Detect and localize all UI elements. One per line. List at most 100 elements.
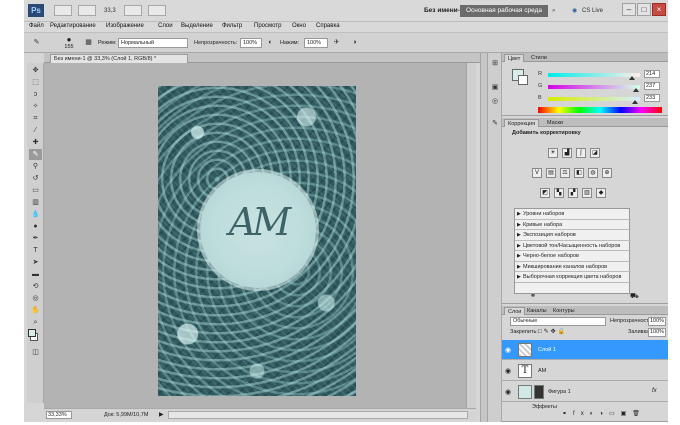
swatches-icon[interactable]: ◎ bbox=[490, 97, 500, 107]
menu-help[interactable]: Справка bbox=[316, 23, 340, 29]
tab-color[interactable]: Цвет bbox=[504, 54, 525, 62]
preset-levels[interactable]: ▶ Уровни наборов bbox=[515, 209, 631, 220]
tab-styles[interactable]: Стили bbox=[528, 54, 550, 62]
pen-tool-icon[interactable]: ✒ bbox=[29, 233, 42, 244]
menu-edit[interactable]: Редактирование bbox=[50, 23, 96, 29]
zoom-level-readout[interactable]: 33,3 bbox=[104, 6, 116, 16]
r-gradient[interactable] bbox=[548, 73, 640, 77]
brush-panel-icon[interactable]: ▦ bbox=[82, 37, 95, 48]
color-balance-icon[interactable]: ⚖ bbox=[560, 168, 570, 178]
maximize-icon[interactable]: □ bbox=[637, 3, 651, 16]
black-white-icon[interactable]: ◧ bbox=[574, 168, 584, 178]
airbrush-icon[interactable]: ✈ bbox=[330, 37, 343, 48]
size-pressure-icon[interactable]: ◑ bbox=[348, 37, 361, 48]
crop-tool-icon[interactable]: ⌗ bbox=[29, 113, 42, 124]
minimize-icon[interactable]: – bbox=[622, 3, 636, 16]
preset-black-white[interactable]: ▶ Черно-белое наборов bbox=[515, 251, 631, 262]
fill-field[interactable]: 100% bbox=[648, 328, 666, 337]
b-knob[interactable] bbox=[632, 100, 638, 104]
menu-layers[interactable]: Слои bbox=[158, 23, 173, 29]
preset-exposure[interactable]: ▶ Экспозиция наборов bbox=[515, 230, 631, 241]
photo-filter-icon[interactable]: ◍ bbox=[588, 168, 598, 178]
gradient-map-icon[interactable]: ▥ bbox=[582, 188, 592, 198]
gradient-tool-icon[interactable]: ▥ bbox=[29, 197, 42, 208]
opacity-field[interactable]: 100% bbox=[240, 38, 262, 48]
tab-adjustments[interactable]: Коррекция bbox=[504, 119, 540, 127]
fx-icon[interactable]: fx bbox=[652, 388, 657, 394]
document-tab[interactable]: Без имени-1 @ 33,3% (Слой 1, RGB/8) * bbox=[50, 54, 188, 63]
menu-image[interactable]: Изображение bbox=[106, 23, 144, 29]
lock-icons[interactable]: □✎✥🔒 bbox=[538, 328, 567, 335]
posterize-icon[interactable]: ▚ bbox=[554, 188, 564, 198]
lasso-tool-icon[interactable]: ↄ bbox=[29, 89, 42, 100]
color-spectrum-ramp[interactable] bbox=[538, 107, 662, 113]
screen-mode-button[interactable] bbox=[148, 5, 166, 16]
panel-trash-icon[interactable]: ⛟ bbox=[630, 292, 639, 301]
blend-mode-select[interactable]: Обычные bbox=[510, 317, 606, 326]
hand-tool-icon[interactable]: ✋ bbox=[29, 305, 42, 316]
brush-preset-icon[interactable]: ✎ bbox=[30, 37, 43, 48]
layer-opacity-field[interactable]: 100% bbox=[648, 317, 666, 326]
selective-color-icon[interactable]: ◆ bbox=[596, 188, 606, 198]
healing-tool-icon[interactable]: ✚ bbox=[29, 137, 42, 148]
history-icon[interactable]: ⊞ bbox=[490, 59, 500, 69]
blur-tool-icon[interactable]: 💧 bbox=[29, 209, 42, 220]
opacity-pressure-icon[interactable]: ◐ bbox=[264, 37, 277, 48]
shape-tool-icon[interactable]: ▬ bbox=[29, 269, 42, 280]
bridge-button[interactable] bbox=[54, 5, 72, 16]
horizontal-scrollbar[interactable] bbox=[168, 411, 468, 419]
preset-channel-mixer[interactable]: ▶ Микширование каналов наборов bbox=[515, 262, 631, 272]
foreground-color-swatch[interactable] bbox=[28, 329, 36, 337]
b-value-field[interactable]: 233 bbox=[644, 94, 660, 102]
menu-file[interactable]: Файл bbox=[29, 23, 44, 29]
threshold-icon[interactable]: ▞ bbox=[568, 188, 578, 198]
3d-rotate-tool-icon[interactable]: ⟲ bbox=[29, 281, 42, 292]
flow-field[interactable]: 100% bbox=[304, 38, 328, 48]
b-gradient[interactable] bbox=[548, 97, 640, 101]
curves-icon[interactable]: ∫ bbox=[576, 148, 586, 158]
status-zoom-field[interactable]: 33,33% bbox=[46, 411, 72, 419]
history-brush-tool-icon[interactable]: ↺ bbox=[29, 173, 42, 184]
levels-icon[interactable]: ▟ bbox=[562, 148, 572, 158]
document-canvas[interactable]: AM bbox=[158, 86, 356, 396]
eraser-tool-icon[interactable]: ▭ bbox=[29, 185, 42, 196]
r-value-field[interactable]: 214 bbox=[644, 70, 660, 78]
navigator-icon[interactable]: ▣ bbox=[490, 83, 500, 93]
menu-view[interactable]: Просмотр bbox=[254, 23, 281, 29]
close-icon[interactable]: × bbox=[652, 3, 666, 16]
tab-channels[interactable]: Каналы bbox=[524, 307, 550, 315]
cs-live-icon[interactable]: ◉ bbox=[572, 6, 577, 16]
invert-icon[interactable]: ◩ bbox=[540, 188, 550, 198]
clip-to-layer-icon[interactable]: ⚭ bbox=[530, 292, 536, 300]
layer-footer-icons[interactable]: ⚭fx◐◑▭▣🗑 bbox=[562, 410, 646, 417]
layer-row[interactable]: ◉ Слой 1 bbox=[502, 340, 668, 360]
g-gradient[interactable] bbox=[548, 85, 640, 89]
r-knob[interactable] bbox=[629, 76, 635, 80]
brightness-contrast-icon[interactable]: ☀ bbox=[548, 148, 558, 158]
menu-select[interactable]: Выделение bbox=[181, 23, 213, 29]
preset-curves[interactable]: ▶ Кривые набора bbox=[515, 220, 631, 230]
g-value-field[interactable]: 237 bbox=[644, 82, 660, 90]
marquee-tool-icon[interactable]: ⬚ bbox=[29, 77, 42, 88]
preset-hue-saturation[interactable]: ▶ Цветовой тон/Насыщенность наборов bbox=[515, 241, 631, 251]
tab-layers[interactable]: Слои bbox=[504, 307, 526, 315]
exposure-icon[interactable]: ◪ bbox=[590, 148, 600, 158]
tab-masks[interactable]: Маски bbox=[544, 119, 566, 127]
brush-size[interactable]: ● 155 bbox=[62, 36, 76, 51]
menu-window[interactable]: Окно bbox=[292, 23, 306, 29]
mode-select[interactable]: Нормальный bbox=[118, 38, 188, 48]
mini-bridge-button[interactable] bbox=[78, 5, 96, 16]
status-menu-icon[interactable]: ▶ bbox=[159, 411, 164, 418]
3d-orbit-tool-icon[interactable]: ◎ bbox=[29, 293, 42, 304]
canvas-vertical-scrollbar[interactable] bbox=[466, 63, 476, 408]
workspace-switcher[interactable]: Основная рабочая среда bbox=[460, 5, 548, 17]
info-icon[interactable]: ✎ bbox=[490, 119, 500, 129]
move-tool-icon[interactable]: ✥ bbox=[29, 65, 42, 76]
type-tool-icon[interactable]: T bbox=[29, 245, 42, 256]
background-color-preview[interactable] bbox=[518, 75, 528, 85]
hue-saturation-icon[interactable]: ▤ bbox=[546, 168, 556, 178]
layer-row[interactable]: ◉ Фигура 1 fx bbox=[502, 382, 668, 402]
arrange-documents-button[interactable] bbox=[124, 5, 142, 16]
tab-paths[interactable]: Контуры bbox=[550, 307, 578, 315]
quick-mask-icon[interactable]: ◫ bbox=[29, 347, 42, 358]
